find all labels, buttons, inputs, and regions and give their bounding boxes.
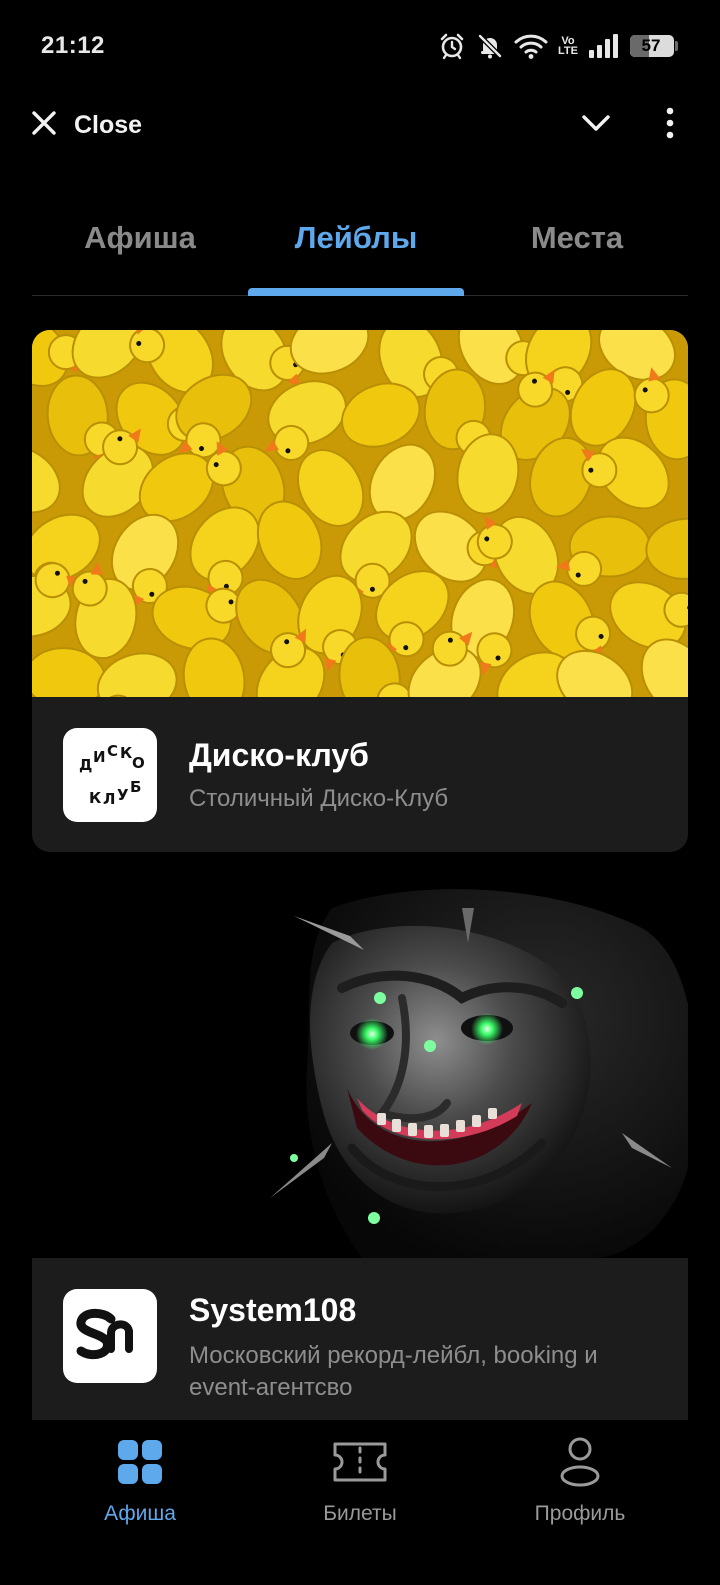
close-icon — [30, 109, 58, 142]
logo-letter-2: И — [93, 748, 106, 766]
status-icons: Vo LTE 57 — [438, 30, 678, 62]
tab-afisha[interactable]: Афиша — [32, 220, 248, 256]
nav-item-tickets[interactable]: Билеты — [240, 1430, 480, 1540]
system108-logo — [63, 1289, 157, 1383]
signal-icon — [588, 33, 620, 59]
tab-labels[interactable]: Лейблы — [248, 220, 464, 256]
disco-club-logo: Д И С К О К Л У Б — [63, 728, 157, 822]
battery-icon: 57 — [630, 35, 678, 57]
status-bar: 21:12 Vo LTE 57 — [0, 0, 720, 90]
battery-percent: 57 — [641, 36, 661, 55]
nav-label: Афиша — [104, 1502, 176, 1525]
logo-letter-7: Л — [103, 790, 115, 808]
wifi-icon — [514, 32, 548, 60]
top-bar: Close — [0, 95, 720, 155]
card-subtitle: Московский рекорд-лейбл, booking и event… — [189, 1342, 598, 1401]
card-image-ducks — [32, 330, 688, 697]
logo-letter-6: К — [89, 789, 102, 807]
chevron-down-icon — [581, 113, 611, 138]
status-time: 21:12 — [41, 32, 105, 59]
logo-letter-3: С — [107, 742, 118, 760]
card-title: System108 — [189, 1292, 357, 1328]
more-vertical-icon — [665, 107, 675, 144]
collapse-button[interactable] — [578, 107, 614, 143]
card-title: Диско-клуб — [189, 737, 369, 773]
profile-icon — [460, 1430, 700, 1494]
logo-letter-9: Б — [130, 778, 141, 796]
card-subtitle: Столичный Диско-Клуб — [189, 785, 449, 812]
logo-letter-8: У — [117, 786, 129, 804]
nav-label: Профиль — [534, 1502, 626, 1525]
battery: 57 — [630, 35, 674, 57]
grid-icon — [20, 1430, 260, 1494]
more-options-button[interactable] — [650, 105, 690, 145]
nav-label: Билеты — [323, 1502, 397, 1525]
bell-muted-icon — [476, 32, 504, 60]
card-image-mask — [32, 888, 688, 1258]
tab-bar: Афиша Лейблы Места — [32, 200, 688, 296]
alarm-icon — [438, 32, 466, 60]
active-tab-indicator — [248, 288, 464, 296]
bottom-navigation: Афиша Билеты Профиль — [0, 1420, 720, 1585]
logo-letter-5: О — [132, 754, 145, 772]
volte-bottom-label: LTE — [558, 45, 578, 57]
ticket-icon — [240, 1430, 480, 1494]
label-card[interactable]: System108 Московский рекорд-лейбл, booki… — [32, 888, 688, 1428]
close-button[interactable]: Close — [30, 107, 142, 143]
close-label: Close — [74, 110, 143, 139]
volte-icon: Vo LTE — [558, 36, 578, 57]
logo-letter-1: Д — [79, 756, 92, 774]
label-card[interactable]: Д И С К О К Л У Б Диско-клуб Столичный Д… — [32, 330, 688, 852]
nav-item-afisha[interactable]: Афиша — [20, 1430, 260, 1540]
tab-places[interactable]: Места — [469, 220, 685, 256]
nav-item-profile[interactable]: Профиль — [460, 1430, 700, 1540]
